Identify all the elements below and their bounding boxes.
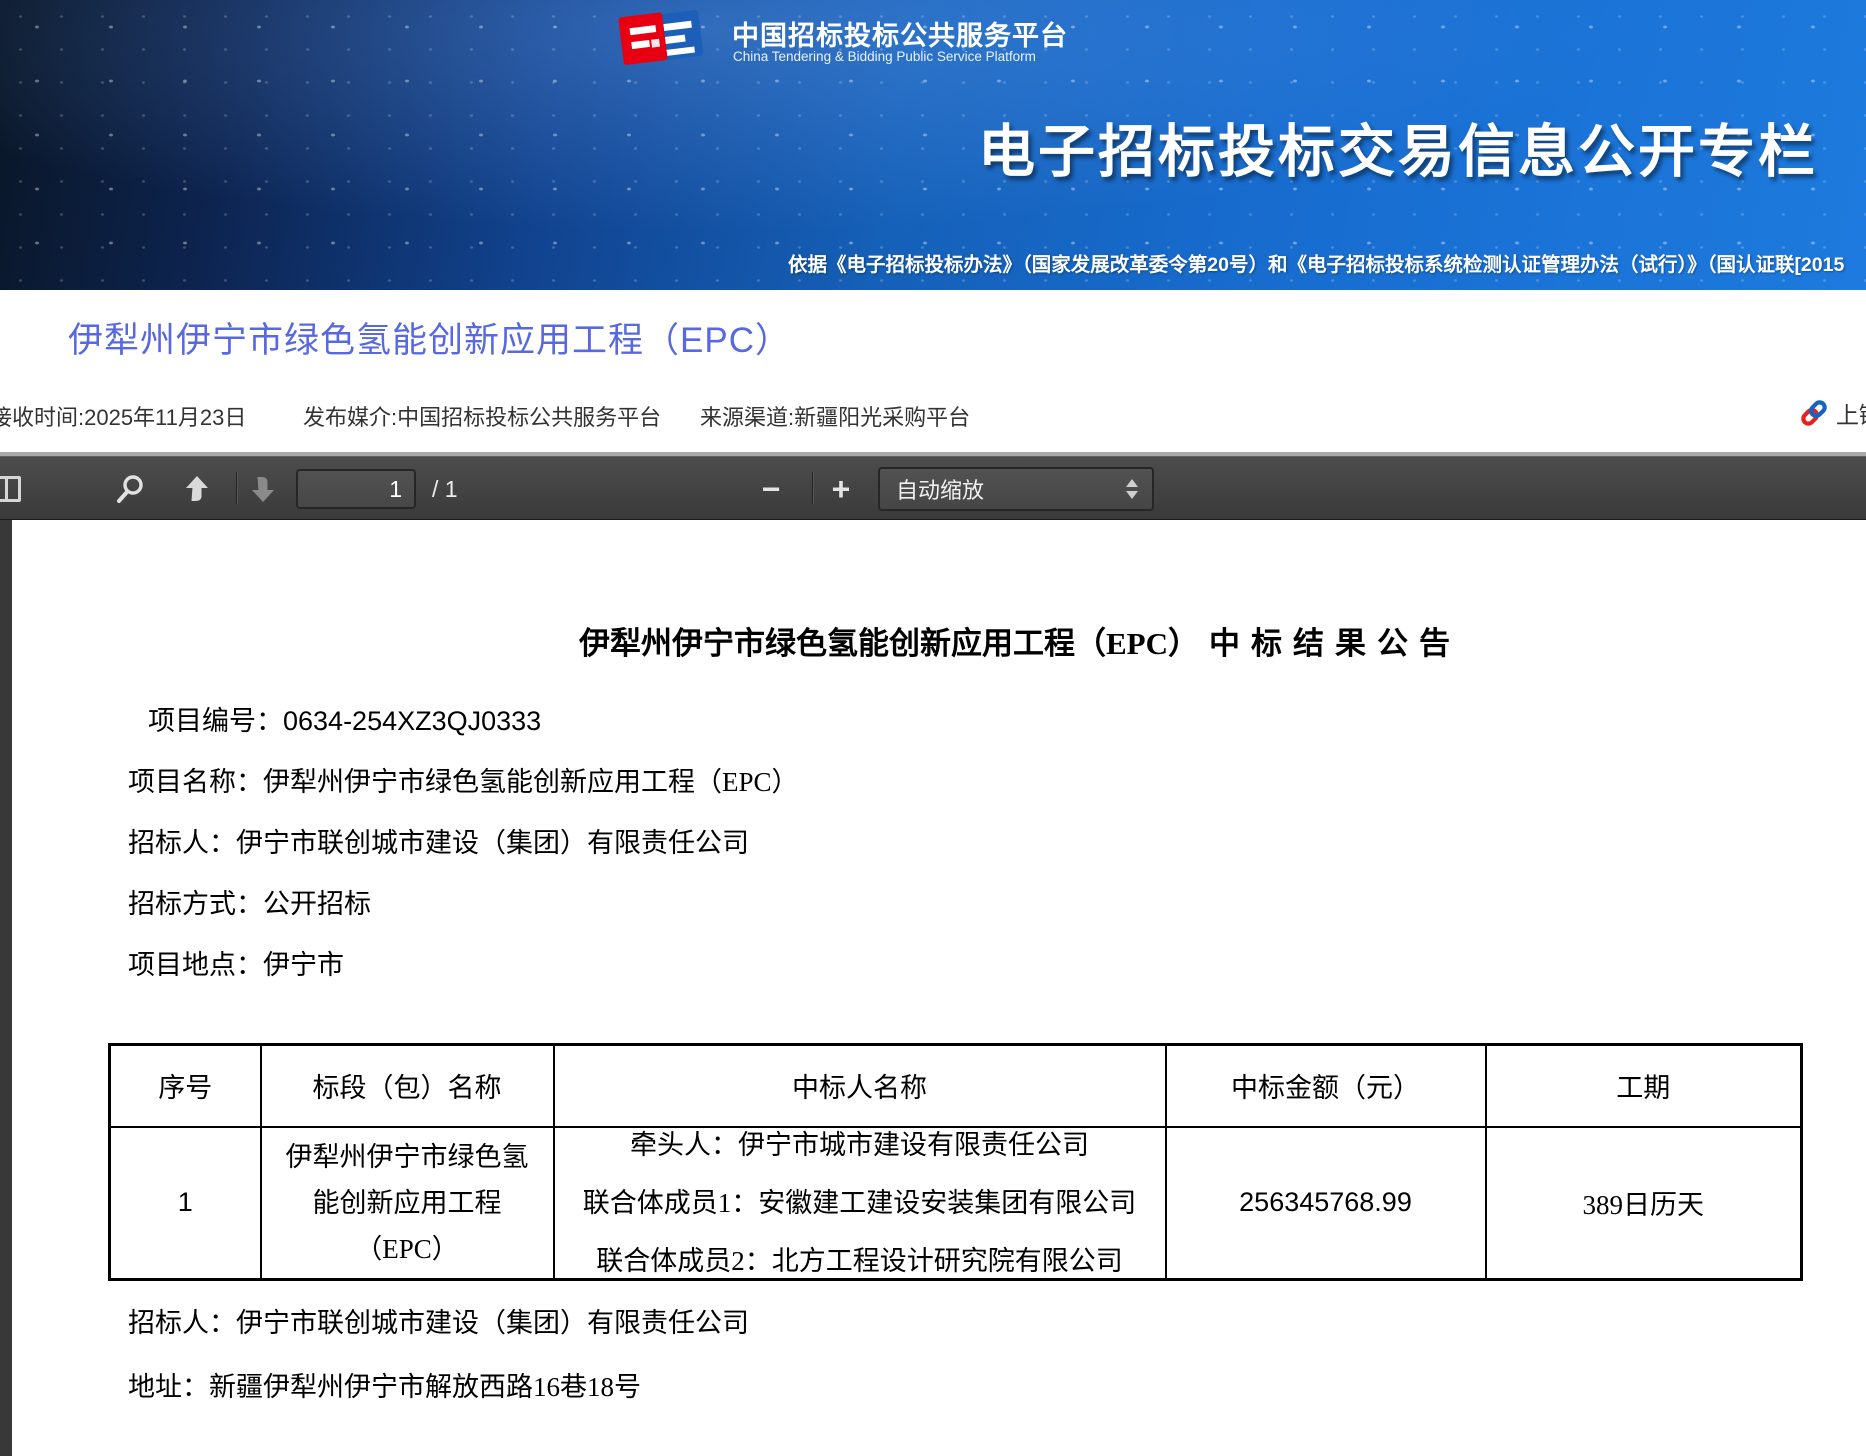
pdf-page: 伊犁州伊宁市绿色氢能创新应用工程（EPC）中标结果公告 项目编号：0634-25… — [12, 520, 1866, 1456]
header-amount: 中标金额（元） — [1166, 1045, 1486, 1127]
viewer-background — [0, 520, 12, 1456]
zoom-select[interactable]: 自动缩放 — [878, 467, 1154, 511]
zoom-select-value: 自动缩放 — [880, 473, 1126, 505]
table-row: 1 伊犁州伊宁市绿色氢 能创新应用工程 （EPC） 牵头人：伊宁市城市建设有限责… — [110, 1127, 1802, 1280]
banner-legal-note: 依据《电子招标投标办法》（国家发展改革委令第20号）和《电子招标投标系统检测认证… — [788, 248, 1844, 277]
chain-link-icon — [1798, 397, 1830, 429]
meta-receive-time: 接收时间:2025年11月23日 — [0, 400, 246, 432]
on-chain-link[interactable]: 上链 — [1798, 396, 1866, 430]
cell-section: 伊犁州伊宁市绿色氢 能创新应用工程 （EPC） — [261, 1127, 554, 1280]
banner-headline: 电子招标投标交易信息公开专栏 — [978, 106, 1818, 188]
find-button[interactable] — [112, 470, 150, 508]
minus-icon: − — [762, 474, 781, 504]
previous-page-button[interactable] — [178, 470, 216, 508]
platform-name-en: China Tendering & Bidding Public Service… — [733, 49, 1036, 64]
page-number-input[interactable] — [296, 469, 416, 509]
page: 中国招标投标公共服务平台 China Tendering & Bidding P… — [0, 0, 1866, 1456]
arrow-up-icon — [183, 474, 211, 504]
field-project-name: 项目名称：伊犁州伊宁市绿色氢能创新应用工程（EPC） — [128, 764, 1812, 800]
field-project-number: 项目编号：0634-254XZ3QJ0333 — [128, 703, 1812, 739]
meta-publish-media: 发布媒介:中国招标投标公共服务平台 — [303, 400, 661, 432]
header-section: 标段（包）名称 — [261, 1045, 554, 1127]
arrow-down-icon — [249, 474, 277, 504]
header-duration: 工期 — [1486, 1045, 1802, 1127]
platform-logo-icon[interactable] — [615, 6, 715, 70]
article-meta: 接收时间:2025年11月23日 发布媒介:中国招标投标公共服务平台 来源渠道:… — [0, 400, 1866, 434]
on-chain-label: 上链 — [1836, 396, 1866, 430]
toolbar-separator — [812, 472, 813, 504]
document-title: 伊犁州伊宁市绿色氢能创新应用工程（EPC）中标结果公告 — [128, 618, 1812, 663]
footer-address: 地址：新疆伊犁州伊宁市解放西路16巷18号 — [128, 1369, 1812, 1405]
cell-duration: 389日历天 — [1486, 1127, 1802, 1280]
search-icon — [115, 473, 147, 505]
cell-amount: 256345768.99 — [1166, 1127, 1486, 1280]
toggle-sidebar-button[interactable] — [0, 470, 28, 508]
plus-icon: + — [832, 474, 851, 504]
field-tender-method: 招标方式：公开招标 — [128, 886, 1812, 922]
site-banner: 中国招标投标公共服务平台 China Tendering & Bidding P… — [0, 0, 1866, 290]
select-spinner-icon — [1126, 479, 1138, 499]
table-header-row: 序号 标段（包）名称 中标人名称 中标金额（元） 工期 — [110, 1045, 1802, 1127]
platform-name-cn: 中国招标投标公共服务平台 — [732, 14, 1068, 53]
article-header: 伊犁州伊宁市绿色氢能创新应用工程（EPC） 接收时间:2025年11月23日 发… — [0, 290, 1866, 455]
footer-tenderee: 招标人：伊宁市联创城市建设（集团）有限责任公司 — [128, 1305, 1812, 1341]
cell-seq: 1 — [110, 1127, 261, 1280]
zoom-out-button[interactable]: − — [752, 470, 790, 508]
zoom-in-button[interactable]: + — [822, 470, 860, 508]
page-count-label: / 1 — [432, 476, 458, 503]
sidebar-icon — [0, 476, 21, 502]
cell-winner: 牵头人：伊宁市城市建设有限责任公司 联合体成员1：安徽建工建设安装集团有限公司 … — [554, 1127, 1166, 1280]
header-seq: 序号 — [110, 1045, 261, 1127]
bid-result-table: 序号 标段（包）名称 中标人名称 中标金额（元） 工期 1 伊犁州伊宁市绿色氢 … — [108, 1043, 1803, 1281]
meta-source-channel: 来源渠道:新疆阳光采购平台 — [700, 400, 970, 432]
pdf-toolbar: / 1 − + 自动缩放 — [0, 452, 1866, 520]
field-project-location: 项目地点：伊宁市 — [128, 947, 1812, 983]
field-tenderee: 招标人：伊宁市联创城市建设（集团）有限责任公司 — [128, 825, 1812, 861]
pdf-viewer: 伊犁州伊宁市绿色氢能创新应用工程（EPC）中标结果公告 项目编号：0634-25… — [0, 520, 1866, 1456]
next-page-button[interactable] — [244, 470, 282, 508]
page-title: 伊犁州伊宁市绿色氢能创新应用工程（EPC） — [68, 312, 791, 363]
toolbar-separator — [236, 472, 237, 504]
header-winner: 中标人名称 — [554, 1045, 1166, 1127]
